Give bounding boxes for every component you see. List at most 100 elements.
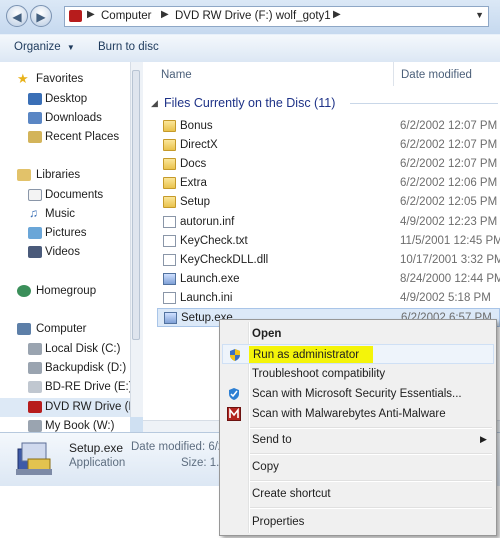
breadcrumb-computer[interactable]: Computer bbox=[101, 10, 152, 22]
drive-icon bbox=[28, 343, 42, 355]
submenu-arrow-icon: ▶ bbox=[480, 434, 487, 444]
file-row-keycheckdll-dll[interactable]: KeyCheckDLL.dll 10/17/2001 3:32 PM bbox=[157, 251, 500, 270]
dll-file-icon bbox=[163, 254, 176, 266]
optical-drive-icon bbox=[28, 401, 42, 413]
drive-icon bbox=[28, 362, 42, 374]
nav-scrollbar-thumb[interactable] bbox=[132, 70, 140, 340]
menu-label: Scan with Microsoft Security Essentials.… bbox=[252, 388, 462, 400]
nav-item-local-disk-c[interactable]: Local Disk (C:) bbox=[0, 340, 130, 359]
file-name: Docs bbox=[180, 158, 207, 170]
nav-item-homegroup[interactable]: Homegroup bbox=[0, 282, 130, 301]
nav-item-music[interactable]: ♫ Music bbox=[0, 205, 130, 224]
forward-arrow-icon[interactable]: ▶ bbox=[30, 5, 52, 27]
nav-item-libraries[interactable]: Libraries bbox=[0, 166, 130, 185]
nav-item-recent-places[interactable]: Recent Places bbox=[0, 128, 130, 147]
address-bar[interactable]: ▶ Computer ▶ DVD RW Drive (F:) wolf_goty… bbox=[64, 6, 489, 27]
file-name: KeyCheck.txt bbox=[180, 235, 248, 247]
nav-item-downloads[interactable]: Downloads bbox=[0, 109, 130, 128]
menu-item-properties[interactable]: Properties bbox=[222, 512, 494, 532]
executable-icon bbox=[163, 273, 176, 285]
homegroup-icon bbox=[17, 285, 31, 297]
file-name: Setup bbox=[180, 196, 211, 208]
file-row-autorun-inf[interactable]: autorun.inf 4/9/2002 12:23 PM bbox=[157, 213, 500, 232]
column-header-name[interactable]: Name bbox=[161, 69, 192, 81]
file-date: 4/9/2002 5:18 PM bbox=[400, 292, 491, 304]
menu-label: Create shortcut bbox=[252, 488, 331, 500]
menu-label: Open bbox=[252, 328, 282, 340]
file-date: 4/9/2002 12:23 PM bbox=[400, 216, 498, 228]
folder-icon bbox=[163, 139, 176, 151]
chevron-right-icon[interactable]: ▶ bbox=[161, 9, 169, 20]
file-date: 6/2/2002 12:06 PM bbox=[400, 177, 498, 189]
nav-item-my-book-w[interactable]: My Book (W:) bbox=[0, 417, 130, 432]
menu-item-scan-security-essentials[interactable]: Scan with Microsoft Security Essentials.… bbox=[222, 384, 494, 404]
file-row-launch-ini[interactable]: Launch.ini 4/9/2002 5:18 PM bbox=[157, 289, 500, 308]
nav-label: My Book (W:) bbox=[45, 420, 115, 432]
group-divider bbox=[350, 103, 498, 104]
nav-item-documents[interactable]: Documents bbox=[0, 186, 130, 205]
menu-label: Properties bbox=[252, 516, 305, 528]
back-arrow-icon[interactable]: ◀ bbox=[6, 5, 28, 27]
menu-item-create-shortcut[interactable]: Create shortcut bbox=[222, 484, 494, 504]
details-type: Application bbox=[69, 457, 126, 469]
details-filename: Setup.exe bbox=[69, 441, 124, 455]
file-row-docs[interactable]: Docs 6/2/2002 12:07 PM bbox=[157, 155, 500, 174]
file-row-setup-folder[interactable]: Setup 6/2/2002 12:05 PM bbox=[157, 193, 500, 212]
pictures-icon bbox=[28, 227, 42, 239]
optical-drive-icon bbox=[28, 381, 42, 393]
desktop-icon bbox=[28, 93, 42, 105]
nav-item-desktop[interactable]: Desktop bbox=[0, 90, 130, 109]
file-row-launch-exe[interactable]: Launch.exe 8/24/2000 12:44 PM bbox=[157, 270, 500, 289]
file-row-directx[interactable]: DirectX 6/2/2002 12:07 PM bbox=[157, 136, 500, 155]
file-date: 6/2/2002 12:07 PM bbox=[400, 120, 498, 132]
file-name: autorun.inf bbox=[180, 216, 235, 228]
recent-places-icon bbox=[28, 131, 42, 143]
file-row-extra[interactable]: Extra 6/2/2002 12:06 PM bbox=[157, 174, 500, 193]
group-title[interactable]: Files Currently on the Disc (11) bbox=[164, 96, 335, 110]
nav-item-backupdisk-d[interactable]: Backupdisk (D:) bbox=[0, 359, 130, 378]
nav-label: Computer bbox=[36, 323, 87, 335]
menu-item-open[interactable]: Open bbox=[222, 324, 494, 344]
menu-separator bbox=[250, 427, 492, 429]
menu-label: Send to bbox=[252, 434, 292, 446]
nav-label: Recent Places bbox=[45, 131, 120, 143]
menu-label: Scan with Malwarebytes Anti-Malware bbox=[252, 408, 446, 420]
column-divider[interactable] bbox=[393, 62, 394, 86]
menu-separator bbox=[250, 507, 492, 509]
nav-item-pictures[interactable]: Pictures bbox=[0, 224, 130, 243]
file-row-keycheck-txt[interactable]: KeyCheck.txt 11/5/2001 12:45 PM bbox=[157, 232, 500, 251]
menu-label: Copy bbox=[252, 461, 279, 473]
nav-item-favorites[interactable]: ★ Favorites bbox=[0, 70, 130, 89]
nav-item-videos[interactable]: Videos bbox=[0, 243, 130, 262]
breadcrumb-dvd-drive[interactable]: DVD RW Drive (F:) wolf_goty1 bbox=[175, 10, 331, 22]
collapse-group-icon[interactable]: ◢ bbox=[151, 98, 158, 109]
setup-application-icon bbox=[14, 439, 54, 477]
nav-item-computer[interactable]: Computer bbox=[0, 320, 130, 339]
file-row-bonus[interactable]: Bonus 6/2/2002 12:07 PM bbox=[157, 117, 500, 136]
menu-item-troubleshoot-compatibility[interactable]: Troubleshoot compatibility bbox=[222, 364, 494, 384]
chevron-right-icon[interactable]: ▶ bbox=[87, 9, 95, 20]
nav-label: Documents bbox=[45, 189, 104, 201]
menu-item-copy[interactable]: Copy bbox=[222, 457, 494, 477]
file-name: DirectX bbox=[180, 139, 218, 151]
uac-shield-icon bbox=[228, 348, 242, 362]
nav-label: Libraries bbox=[36, 169, 81, 181]
nav-label: Local Disk (C:) bbox=[45, 343, 121, 355]
menu-label: Run as administrator bbox=[253, 349, 360, 361]
menu-item-send-to[interactable]: Send to ▶ bbox=[222, 430, 494, 450]
settings-file-icon bbox=[163, 292, 176, 304]
menu-item-scan-malwarebytes[interactable]: Scan with Malwarebytes Anti-Malware bbox=[222, 404, 494, 424]
file-date: 6/2/2002 12:07 PM bbox=[400, 158, 498, 170]
organize-button[interactable]: Organize ▼ bbox=[14, 41, 75, 53]
chevron-down-icon[interactable]: ▼ bbox=[475, 10, 484, 20]
settings-file-icon bbox=[163, 216, 176, 228]
menu-item-run-as-administrator[interactable]: Run as administrator bbox=[222, 344, 494, 364]
file-date: 8/24/2000 12:44 PM bbox=[400, 273, 500, 285]
chevron-right-icon[interactable]: ▶ bbox=[333, 9, 341, 20]
nav-label: Downloads bbox=[45, 112, 102, 124]
column-header-date-modified[interactable]: Date modified bbox=[401, 69, 472, 81]
nav-label: Homegroup bbox=[36, 285, 97, 297]
nav-item-dvd-rw-drive-f[interactable]: DVD RW Drive (F: bbox=[0, 398, 130, 417]
nav-item-bd-re-drive-e[interactable]: BD-RE Drive (E:) bbox=[0, 378, 130, 397]
burn-to-disc-button[interactable]: Burn to disc bbox=[98, 41, 159, 53]
